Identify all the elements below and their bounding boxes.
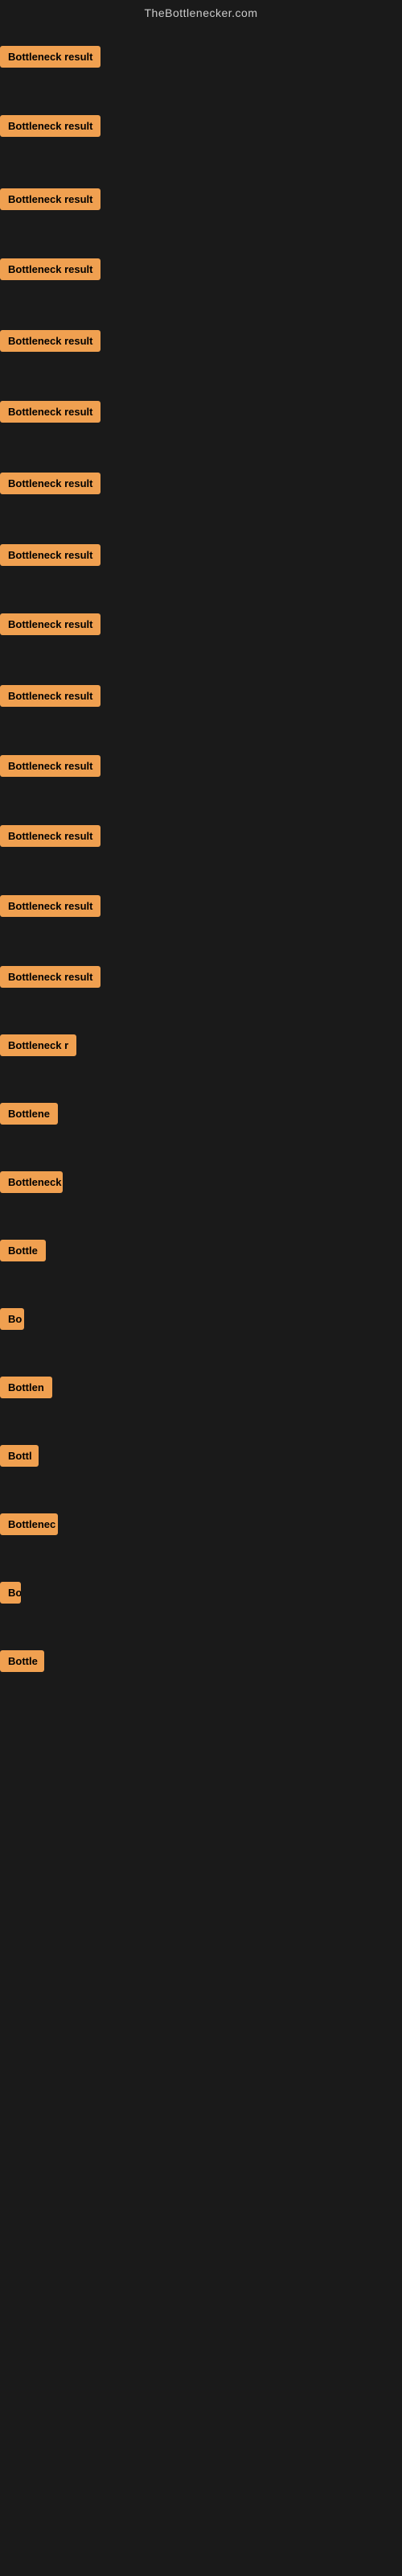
bottleneck-label-20: Bottlen	[0, 1377, 52, 1398]
bottleneck-label-21: Bottl	[0, 1445, 39, 1467]
bottleneck-label-9: Bottleneck result	[0, 613, 100, 635]
bottleneck-badge-23[interactable]: Bo	[0, 1582, 21, 1604]
bottleneck-badge-10[interactable]: Bottleneck result	[0, 685, 100, 707]
bottleneck-label-8: Bottleneck result	[0, 544, 100, 566]
bottleneck-badge-3[interactable]: Bottleneck result	[0, 188, 100, 210]
bottleneck-badge-24[interactable]: Bottle	[0, 1650, 44, 1672]
bottleneck-badge-14[interactable]: Bottleneck result	[0, 966, 100, 988]
bottleneck-label-22: Bottlenec	[0, 1513, 58, 1535]
bottleneck-label-18: Bottle	[0, 1240, 46, 1261]
bottleneck-badge-9[interactable]: Bottleneck result	[0, 613, 100, 635]
bottleneck-label-14: Bottleneck result	[0, 966, 100, 988]
bottleneck-badge-19[interactable]: Bo	[0, 1308, 24, 1330]
bottleneck-badge-22[interactable]: Bottlenec	[0, 1513, 58, 1535]
bottleneck-badge-16[interactable]: Bottlene	[0, 1103, 58, 1125]
bottleneck-label-17: Bottleneck	[0, 1171, 63, 1193]
bottleneck-badge-1[interactable]: Bottleneck result	[0, 46, 100, 68]
bottleneck-badge-15[interactable]: Bottleneck r	[0, 1034, 76, 1056]
bottleneck-badge-17[interactable]: Bottleneck	[0, 1171, 63, 1193]
bottleneck-label-16: Bottlene	[0, 1103, 58, 1125]
bottleneck-label-1: Bottleneck result	[0, 46, 100, 68]
bottleneck-badge-6[interactable]: Bottleneck result	[0, 401, 100, 423]
bottleneck-label-10: Bottleneck result	[0, 685, 100, 707]
bottleneck-badge-12[interactable]: Bottleneck result	[0, 825, 100, 847]
bottleneck-badge-8[interactable]: Bottleneck result	[0, 544, 100, 566]
bottleneck-label-24: Bottle	[0, 1650, 44, 1672]
bottleneck-badge-2[interactable]: Bottleneck result	[0, 115, 100, 137]
bottleneck-label-6: Bottleneck result	[0, 401, 100, 423]
bottleneck-label-15: Bottleneck r	[0, 1034, 76, 1056]
bottleneck-badge-7[interactable]: Bottleneck result	[0, 473, 100, 494]
bottleneck-badge-18[interactable]: Bottle	[0, 1240, 46, 1261]
bottleneck-label-11: Bottleneck result	[0, 755, 100, 777]
bottleneck-badge-20[interactable]: Bottlen	[0, 1377, 52, 1398]
bottleneck-label-5: Bottleneck result	[0, 330, 100, 352]
bottleneck-badge-5[interactable]: Bottleneck result	[0, 330, 100, 352]
bottleneck-badge-13[interactable]: Bottleneck result	[0, 895, 100, 917]
site-title: TheBottlenecker.com	[0, 0, 402, 26]
bottleneck-badge-21[interactable]: Bottl	[0, 1445, 39, 1467]
bottleneck-badge-11[interactable]: Bottleneck result	[0, 755, 100, 777]
bottleneck-label-12: Bottleneck result	[0, 825, 100, 847]
bottleneck-label-2: Bottleneck result	[0, 115, 100, 137]
bottleneck-label-19: Bo	[0, 1308, 24, 1330]
bottleneck-label-13: Bottleneck result	[0, 895, 100, 917]
bottleneck-label-7: Bottleneck result	[0, 473, 100, 494]
bottleneck-label-23: Bo	[0, 1582, 21, 1604]
bottleneck-label-3: Bottleneck result	[0, 188, 100, 210]
bottleneck-badge-4[interactable]: Bottleneck result	[0, 258, 100, 280]
bottleneck-label-4: Bottleneck result	[0, 258, 100, 280]
